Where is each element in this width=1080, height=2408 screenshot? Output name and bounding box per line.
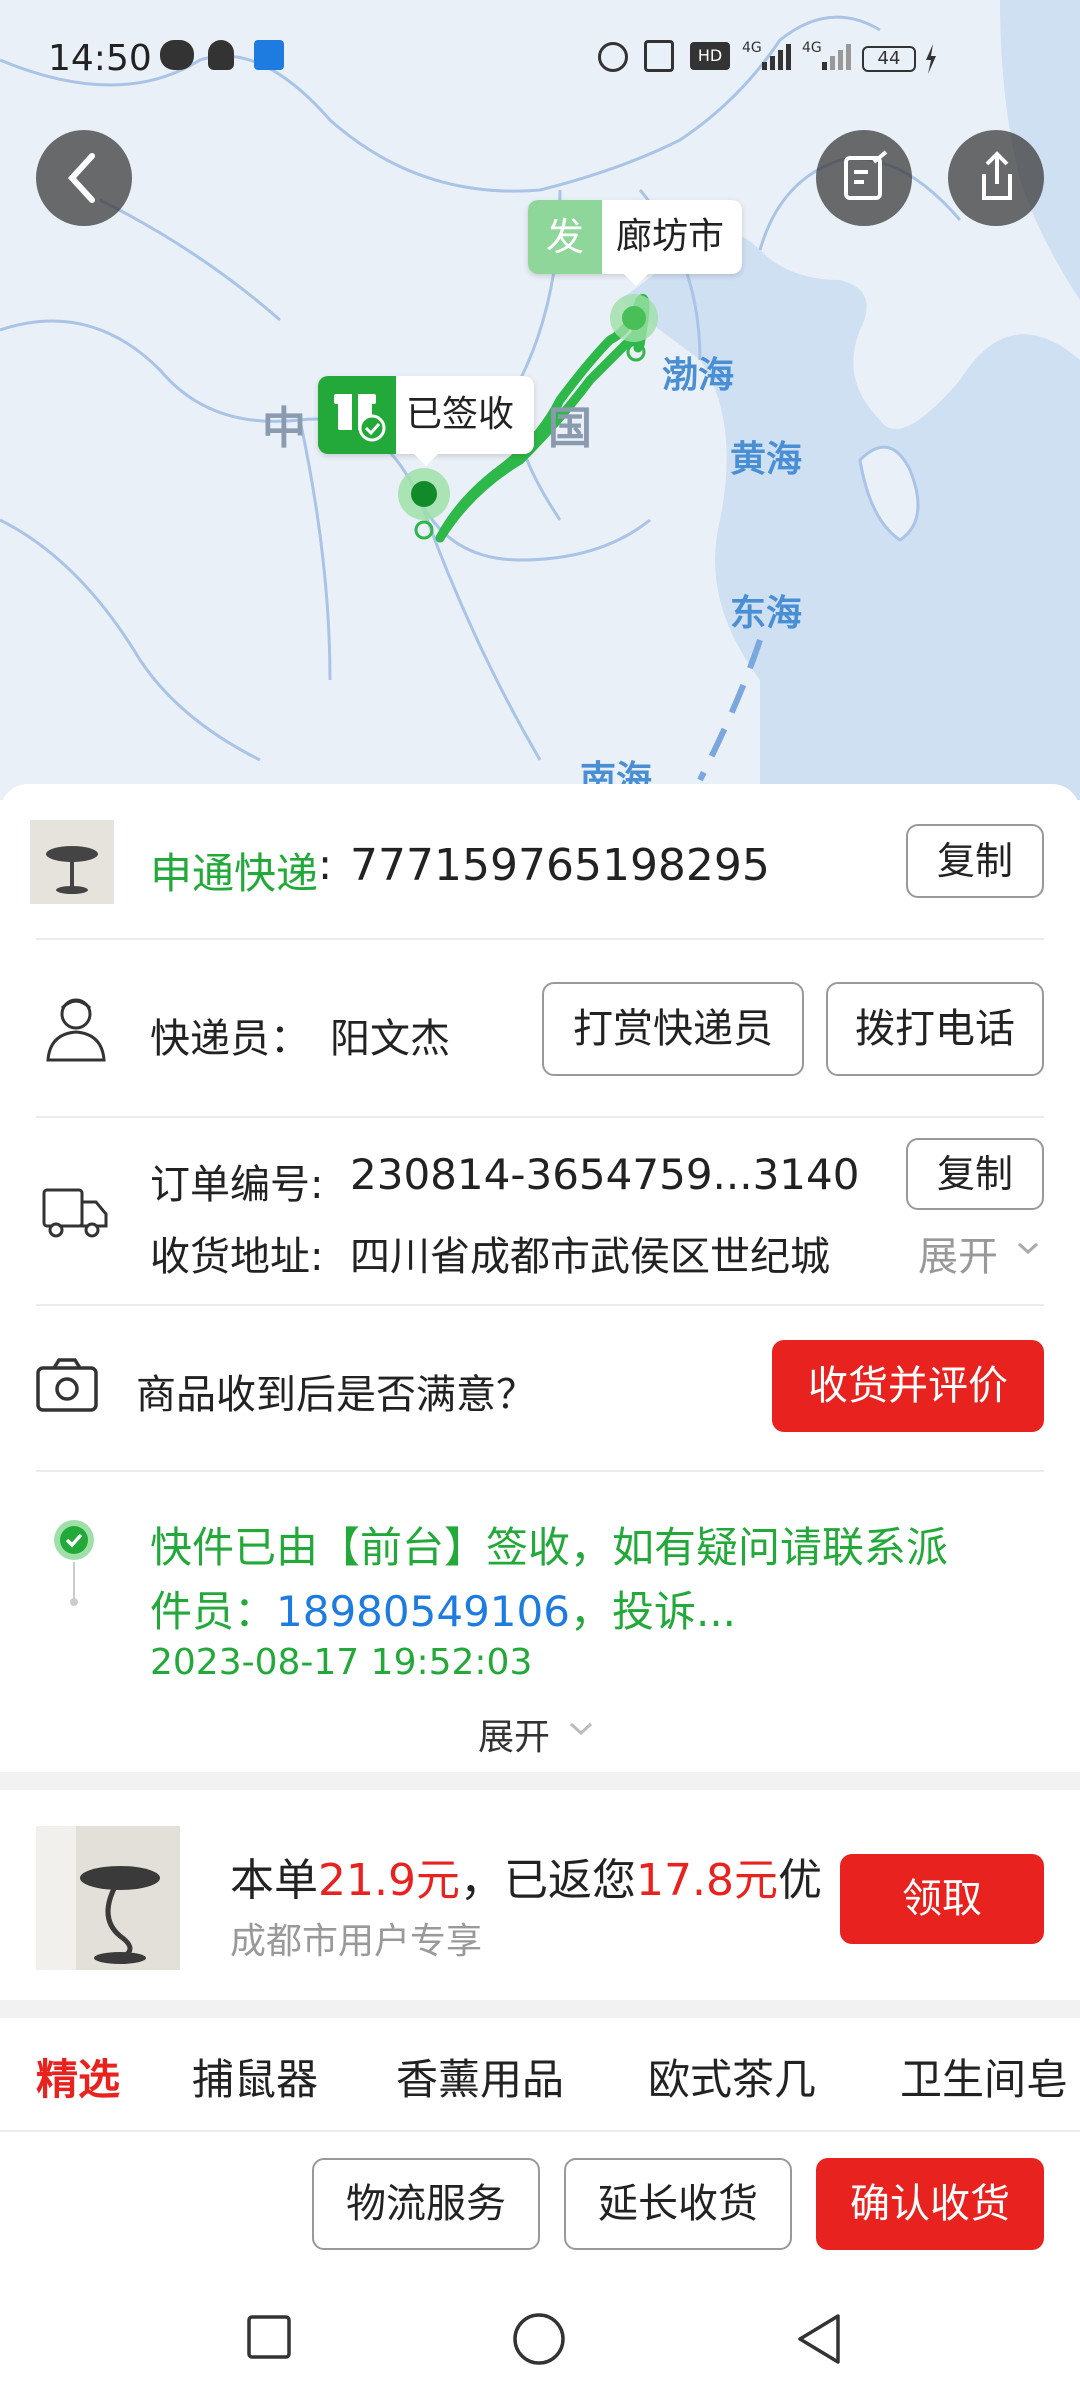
bottom-action-bar: 物流服务 延长收货 确认收货 [0,2134,1080,2270]
feedback-button[interactable] [816,130,912,226]
receive-and-review-button[interactable]: 收货并评价 [772,1340,1044,1432]
home-button[interactable] [512,2312,566,2366]
edit-note-icon [844,150,888,200]
expand-address-button[interactable]: 展开 [918,1224,998,1282]
order-number-label: 订单编号: [150,1162,324,1208]
tracking-line2-prefix: 件员： [150,1587,277,1636]
app-notification-icon [254,40,284,70]
map-label-china-left: 中 [262,403,306,454]
category-tabs: 精选 捕鼠器 香薰用品 欧式茶几 卫生间皂 [0,2018,1080,2118]
share-button[interactable] [948,130,1044,226]
tip-courier-button[interactable]: 打赏快递员 [542,982,804,1076]
tab-coffee-table[interactable]: 欧式茶几 [648,2046,816,2107]
origin-badge: 发 [528,200,602,274]
extend-receipt-button[interactable]: 延长收货 [564,2158,792,2250]
logistics-service-button[interactable]: 物流服务 [312,2158,540,2250]
chevron-down-icon [568,1718,594,1740]
charging-icon [924,44,938,74]
status-check-icon [52,1518,96,1608]
chevron-down-icon [1016,1236,1040,1260]
battery-icon: 44 [862,46,916,72]
expand-tracking-button[interactable]: 展开 [478,1708,550,1760]
tracking-update-time: 2023-08-17 19:52:03 [150,1642,533,1683]
hd-icon: HD [690,42,730,70]
tracking-update-line2: 件员：18980549106，投诉... [150,1578,736,1639]
claim-coupon-button[interactable]: 领取 [840,1854,1044,1944]
order-number-value: 230814-3654759...3140 [350,1150,860,1199]
package-signed-icon [318,376,396,454]
map-label-bohai: 渤海 [662,355,735,396]
address-value: 四川省成都市武侯区世纪城 [350,1234,830,1280]
wechat-icon [160,40,194,70]
copy-order-button[interactable]: 复制 [906,1138,1044,1210]
signal-4g-icon-2: 4G [802,38,852,72]
status-bar: 14:50 HD 4G 4G 44 [0,0,1080,120]
courier-staff-name: 阳文杰 [330,1016,450,1062]
camera-icon [34,1354,100,1416]
svg-text:4G: 4G [802,40,822,56]
origin-city: 廊坊市 [616,216,725,257]
tracking-update-line1: 快件已由【前台】签收，如有疑问请联系派 [150,1523,949,1572]
alarm-icon [598,42,628,72]
courier-person-icon [40,992,112,1064]
vibrate-icon [644,40,674,72]
status-time: 14:50 [48,38,152,79]
map-label-donghai: 东海 [730,593,803,634]
copy-tracking-button[interactable]: 复制 [906,824,1044,898]
courier-company: 申通快递 [150,849,319,898]
map-label-huanghai: 黄海 [730,439,803,480]
recent-apps-button[interactable] [246,2314,292,2360]
address-label: 收货地址: [150,1234,324,1280]
promo-product-image[interactable] [36,1826,180,1970]
tab-mousetrap[interactable]: 捕鼠器 [192,2046,318,2107]
section-separator [0,2000,1080,2018]
promo-prefix: 本单 [230,1855,318,1906]
product-thumbnail[interactable] [30,820,114,904]
tab-aroma[interactable]: 香薰用品 [396,2046,564,2107]
destination-status: 已签收 [406,394,515,435]
courier-staff-label: 快递员： [150,1016,310,1062]
back-button[interactable] [36,130,132,226]
signal-4g-icon-1: 4G [742,38,792,72]
qq-icon [208,40,234,70]
promo-amount-2: 17.8元 [635,1855,778,1906]
chevron-left-icon [67,153,95,203]
promo-headline: 本单21.9元，已返您17.8元优 [230,1844,850,1908]
route-map[interactable]: 中 国 渤海 黄海 东海 南海 发 廊坊市 已签收 [0,0,1080,800]
tab-bathroom[interactable]: 卫生间皂 [900,2046,1068,2107]
tracking-line2-suffix: ，投诉... [569,1587,737,1636]
destination-callout: 已签收 [318,376,534,466]
promo-suffix: 优 [777,1855,822,1906]
satisfaction-question: 商品收到后是否满意？ [136,1372,536,1418]
svg-text:4G: 4G [742,40,762,56]
share-icon [982,151,1012,200]
call-courier-button[interactable]: 拨打电话 [826,982,1044,1076]
origin-callout: 发 廊坊市 [528,200,742,286]
square-icon [247,2315,291,2359]
promo-mid: ，已返您 [459,1855,636,1906]
truck-icon [38,1172,110,1244]
tab-featured[interactable]: 精选 [36,2046,120,2107]
circle-icon [513,2313,565,2365]
map-canvas [0,0,1080,800]
back-nav-button[interactable] [794,2312,844,2366]
promo-subtitle: 成都市用户专享 [230,1921,483,1962]
promo-amount-1: 21.9元 [318,1855,460,1906]
system-navigation-bar [0,2270,1080,2408]
map-label-china-right: 国 [548,403,592,454]
tracking-number: 777159765198295 [350,840,770,891]
triangle-back-icon [798,2314,840,2364]
section-separator [0,1772,1080,1790]
courier-phone-link[interactable]: 18980549106 [276,1587,570,1636]
confirm-receipt-button[interactable]: 确认收货 [816,2158,1044,2250]
